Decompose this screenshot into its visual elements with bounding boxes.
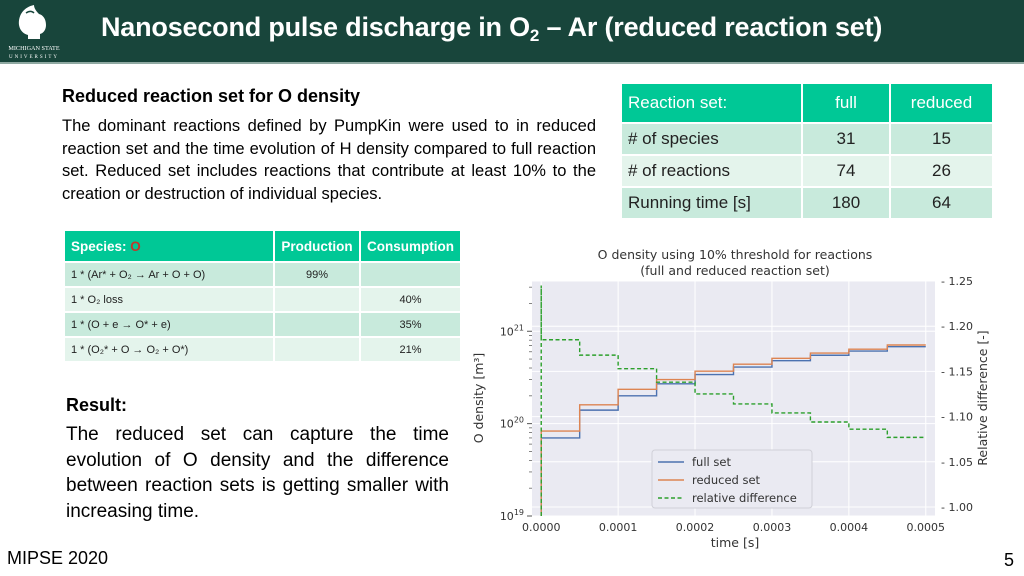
table-header-cell: Species: O	[65, 231, 273, 261]
x-tick-label: 0.0003	[753, 521, 792, 534]
table-header-cell: full	[803, 84, 889, 122]
chart-title: O density using 10% threshold for reacti…	[598, 247, 873, 262]
species-name: O	[130, 238, 141, 254]
x-axis-label: time [s]	[711, 535, 759, 550]
x-tick-label: 0.0004	[830, 521, 869, 534]
reaction-cell: 1 * (Ar* + O₂ → Ar + O + O)	[65, 263, 273, 286]
intro-heading: Reduced reaction set for O density	[62, 86, 361, 106]
production-cell	[275, 338, 359, 361]
table-header-cell: reduced	[891, 84, 992, 122]
table-row: # of species 31 15	[622, 124, 992, 154]
svg-text:UNIVERSITY: UNIVERSITY	[9, 55, 59, 60]
y-tick-label: 1020	[500, 416, 524, 431]
spartan-logo-icon: MICHIGAN STATE UNIVERSITY	[8, 5, 60, 60]
production-cell	[275, 313, 359, 336]
reaction-cell: 1 * (O₂* + O → O₂ + O*)	[65, 338, 273, 361]
x-tick-label: 0.0000	[522, 521, 561, 534]
table-row: # of reactions 74 26	[622, 156, 992, 186]
chart-subtitle: (full and reduced reaction set)	[640, 263, 829, 278]
x-tick-label: 0.0001	[599, 521, 638, 534]
table-cell: # of reactions	[622, 156, 801, 186]
table-row: 1 * (O₂* + O → O₂ + O*) 21%	[65, 338, 460, 361]
y2-tick-label: - 1.10	[941, 411, 973, 424]
table-cell: 15	[891, 124, 992, 154]
legend-label: full set	[692, 455, 731, 469]
table-row: 1 * O₂ loss 40%	[65, 288, 460, 311]
consumption-cell: 35%	[361, 313, 460, 336]
table-header-row: Reaction set: full reduced	[622, 84, 992, 122]
table-header-row: Species: O Production Consumption	[65, 231, 460, 261]
table-header-cell: Production	[275, 231, 359, 261]
legend-label: relative difference	[692, 491, 797, 505]
result-text: The reduced set can capture the time evo…	[66, 424, 449, 522]
intro-text: The dominant reactions defined by PumpKi…	[62, 117, 596, 203]
y2-tick-label: - 1.00	[941, 501, 973, 514]
reaction-set-table: Reaction set: full reduced # of species …	[620, 82, 994, 220]
consumption-cell: 21%	[361, 338, 460, 361]
table-cell: 74	[803, 156, 889, 186]
header-bar: MICHIGAN STATE UNIVERSITY Nanosecond pul…	[0, 0, 1024, 64]
page-number: 5	[1003, 550, 1014, 570]
table-cell: 180	[803, 188, 889, 218]
y-tick-label: 1019	[500, 508, 524, 523]
table-cell: # of species	[622, 124, 801, 154]
table-row: Running time [s] 180 64	[622, 188, 992, 218]
table-row: 1 * (Ar* + O₂ → Ar + O + O) 99%	[65, 263, 460, 286]
legend-label: reduced set	[692, 473, 761, 487]
production-cell	[275, 288, 359, 311]
table-cell: 26	[891, 156, 992, 186]
species-table: Species: O Production Consumption 1 * (A…	[63, 229, 462, 363]
table-row: 1 * (O + e → O* + e) 35%	[65, 313, 460, 336]
chart-legend: full set reduced set relative difference	[651, 449, 813, 509]
y-axis-label: O density [m³]	[471, 353, 486, 444]
o-density-chart: O density using 10% threshold for reacti…	[471, 247, 990, 550]
x-tick-label: 0.0005	[907, 521, 946, 534]
table-header-cell: Consumption	[361, 231, 460, 261]
table-cell: 31	[803, 124, 889, 154]
svg-text:MICHIGAN STATE: MICHIGAN STATE	[8, 45, 59, 52]
footer-conference: MIPSE 2020	[7, 548, 109, 568]
x-tick-label: 0.0002	[676, 521, 715, 534]
y2-tick-label: - 1.15	[941, 365, 973, 378]
table-cell: 64	[891, 188, 992, 218]
reaction-cell: 1 * O₂ loss	[65, 288, 273, 311]
y2-tick-label: - 1.05	[941, 456, 973, 469]
result-heading: Result:	[66, 395, 128, 415]
consumption-cell	[361, 263, 460, 286]
table-header-cell: Reaction set:	[622, 84, 801, 122]
reaction-cell: 1 * (O + e → O* + e)	[65, 313, 273, 336]
y2-tick-label: - 1.20	[941, 320, 973, 333]
y2-tick-label: - 1.25	[941, 275, 973, 288]
consumption-cell: 40%	[361, 288, 460, 311]
production-cell: 99%	[275, 263, 359, 286]
y2-axis-label: Relative difference [-]	[975, 330, 990, 465]
slide-title: Nanosecond pulse discharge in O2 – Ar (r…	[101, 12, 883, 45]
y-tick-label: 1021	[500, 323, 524, 338]
table-cell: Running time [s]	[622, 188, 801, 218]
